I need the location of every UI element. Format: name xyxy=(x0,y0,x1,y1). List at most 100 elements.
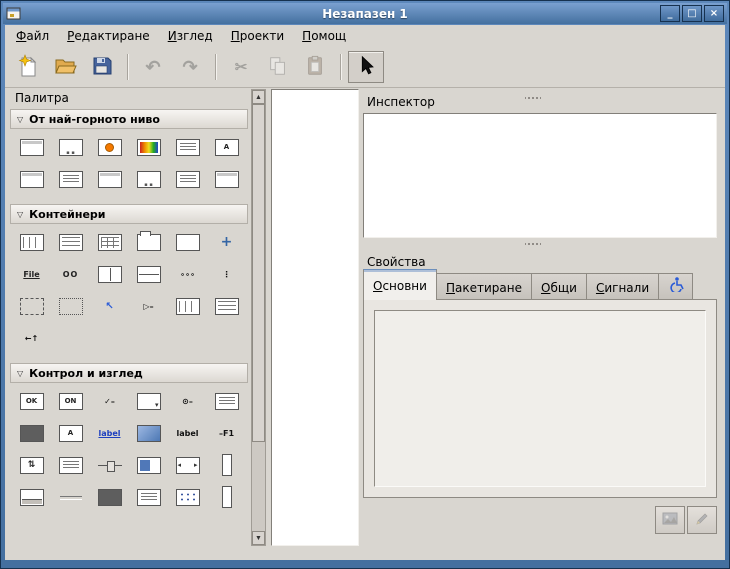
palette-item-color-selection-dialog[interactable] xyxy=(129,132,168,162)
open-button[interactable] xyxy=(47,51,83,83)
palette-item-message-dialog[interactable] xyxy=(90,132,129,162)
undo-button[interactable]: ↶ xyxy=(135,51,171,83)
palette-item-hscale[interactable] xyxy=(90,450,129,480)
palette-item-option-menu[interactable] xyxy=(207,386,246,416)
palette-item-dialog[interactable] xyxy=(51,132,90,162)
palette-scrollbar[interactable]: ▲ ▼ xyxy=(251,89,266,546)
properties-edit-button[interactable] xyxy=(687,506,717,534)
palette-item-hpaned[interactable] xyxy=(90,259,129,289)
close-button[interactable]: × xyxy=(704,5,724,22)
tab-accessibility[interactable] xyxy=(659,273,693,299)
menu-item-view[interactable]: Изглед xyxy=(159,26,222,46)
palette-item-radio-button[interactable]: ⊙– xyxy=(168,386,207,416)
palette-item-vpaned[interactable] xyxy=(129,259,168,289)
menu-item-file[interactable]: Файл xyxy=(7,26,58,46)
palette-item-combo-box[interactable] xyxy=(129,386,168,416)
palette-item-toolbar[interactable]: OO xyxy=(51,259,90,289)
notebook-icon xyxy=(137,234,161,251)
palette-item-button[interactable]: OK xyxy=(12,386,51,416)
paste-button[interactable] xyxy=(297,51,333,83)
selector-button[interactable] xyxy=(348,51,384,83)
menu-item-edit[interactable]: Редактиране xyxy=(58,26,159,46)
new-document-icon xyxy=(16,54,40,81)
palette-item-list[interactable] xyxy=(129,482,168,512)
palette-item-hscrollbar[interactable] xyxy=(168,450,207,480)
inspector-view[interactable] xyxy=(363,113,717,238)
palette-item-image[interactable] xyxy=(12,418,51,448)
tab-general[interactable]: Основни xyxy=(363,269,437,300)
tab-packing[interactable]: Пакетиране xyxy=(437,273,532,299)
palette-item-label[interactable]: label xyxy=(168,418,207,448)
properties-panel xyxy=(363,299,717,498)
cut-button[interactable]: ✂ xyxy=(223,51,259,83)
palette-item-text-view[interactable] xyxy=(51,450,90,480)
palette-item-scrolled-window[interactable] xyxy=(51,291,90,321)
properties-image-button[interactable] xyxy=(655,506,685,534)
palette-item-icon-view[interactable] xyxy=(168,482,207,512)
palette-item-pixmap[interactable] xyxy=(129,418,168,448)
palette-item-file-selection[interactable] xyxy=(129,164,168,194)
palette-item-viewport[interactable] xyxy=(12,291,51,321)
redo-button[interactable]: ↷ xyxy=(172,51,208,83)
palette-item-about-dialog[interactable] xyxy=(51,164,90,194)
palette-item-alignment[interactable]: ←↑ xyxy=(12,323,51,353)
palette-item-menubar[interactable]: File xyxy=(12,259,51,289)
palette-item-statusbar[interactable] xyxy=(12,482,51,512)
titlebar[interactable]: Незапазен 1 _□× xyxy=(3,3,727,24)
palette-item-expander[interactable]: ▷– xyxy=(129,291,168,321)
tab-signals[interactable]: Сигнали xyxy=(587,273,659,299)
palette-item-window[interactable] xyxy=(12,132,51,162)
palette-item-frame[interactable] xyxy=(168,227,207,257)
new-button[interactable] xyxy=(10,51,46,83)
pane-grip[interactable] xyxy=(525,95,541,101)
palette-item-vruler[interactable] xyxy=(207,291,246,321)
palette-item-progress-bar[interactable] xyxy=(129,450,168,480)
menu-item-help[interactable]: Помощ xyxy=(293,26,355,46)
progress-bar-icon xyxy=(137,457,161,474)
palette-item-drawing-area[interactable] xyxy=(90,482,129,512)
palette-item-notebook[interactable] xyxy=(129,227,168,257)
copy-button[interactable] xyxy=(260,51,296,83)
palette-item-window-group[interactable] xyxy=(207,164,246,194)
design-area[interactable] xyxy=(271,89,359,546)
scrollbar-thumb[interactable] xyxy=(252,104,265,442)
scroll-down-icon[interactable]: ▼ xyxy=(252,531,265,545)
palette-section-header[interactable]: ▽Контрол и изглед xyxy=(10,363,248,383)
hyperlink-icon: label xyxy=(98,425,122,442)
palette-item-input-dialog[interactable] xyxy=(12,164,51,194)
maximize-button[interactable]: □ xyxy=(682,5,702,22)
palette-item-hseparator[interactable] xyxy=(51,482,90,512)
palette-item-color-selection[interactable] xyxy=(168,164,207,194)
palette-item-hruler[interactable] xyxy=(168,291,207,321)
palette-item-check-button[interactable]: ✓– xyxy=(90,386,129,416)
button-icon: OK xyxy=(20,393,44,410)
palette-item-fixed[interactable] xyxy=(207,227,246,257)
palette-item-handle-box[interactable]: ↖ xyxy=(90,291,129,321)
palette-item-spin-button[interactable] xyxy=(12,450,51,480)
table-icon xyxy=(98,234,122,251)
palette-section-header[interactable]: ▽Контейнери xyxy=(10,204,248,224)
palette-item-entry[interactable]: A xyxy=(51,418,90,448)
tab-common[interactable]: Общи xyxy=(532,273,587,299)
palette-item-accel-label[interactable]: –F1 xyxy=(207,418,246,448)
scroll-up-icon[interactable]: ▲ xyxy=(252,90,265,104)
menu-item-projects[interactable]: Проекти xyxy=(222,26,293,46)
palette-item-hyperlink[interactable]: label xyxy=(90,418,129,448)
palette-item-vscale[interactable] xyxy=(207,450,246,480)
check-button-icon: ✓– xyxy=(98,393,122,410)
palette-item-table[interactable] xyxy=(90,227,129,257)
palette-item-file-chooser-dialog[interactable] xyxy=(168,132,207,162)
pane-grip[interactable] xyxy=(525,241,541,247)
save-floppy-icon xyxy=(90,54,114,81)
palette-item-font-selection-dialog[interactable]: A xyxy=(207,132,246,162)
palette-item-hbuttonbox[interactable]: ∘∘∘ xyxy=(168,259,207,289)
palette-item-hbox[interactable] xyxy=(12,227,51,257)
palette-section-header[interactable]: ▽От най-горното ниво xyxy=(10,109,248,129)
palette-item-vseparator[interactable] xyxy=(207,482,246,512)
palette-item-assistant[interactable] xyxy=(90,164,129,194)
save-button[interactable] xyxy=(84,51,120,83)
palette-item-vbox[interactable] xyxy=(51,227,90,257)
palette-item-toggle-button[interactable]: ON xyxy=(51,386,90,416)
minimize-button[interactable]: _ xyxy=(660,5,680,22)
palette-item-vbuttonbox[interactable]: ⋮ xyxy=(207,259,246,289)
